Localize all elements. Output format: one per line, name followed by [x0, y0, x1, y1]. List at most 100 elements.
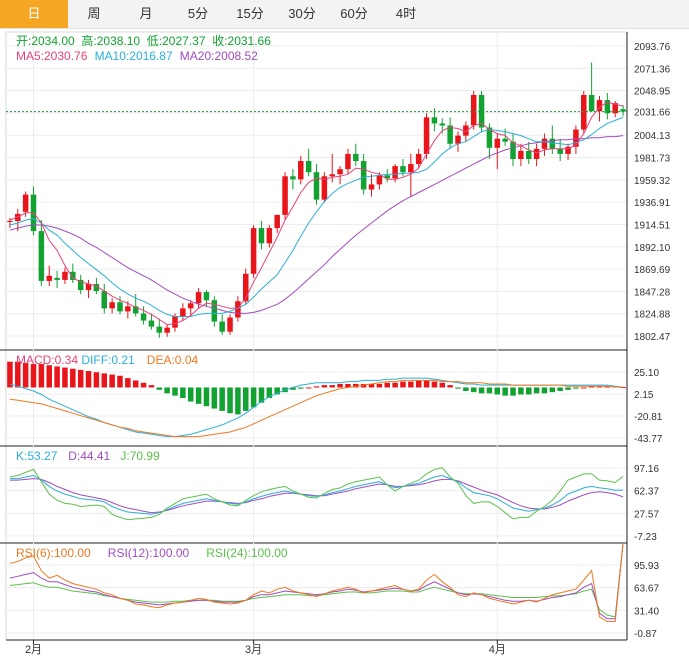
candle-body: [494, 138, 501, 148]
legend-item: DEA:0.04: [147, 353, 199, 367]
tab-5[interactable]: 30分: [276, 0, 328, 28]
candle-body: [557, 148, 563, 154]
candle-body: [368, 184, 375, 190]
macd-bar: [447, 385, 453, 388]
y-tick-label: 1892.10: [634, 243, 671, 254]
tab-1[interactable]: 周: [68, 0, 120, 28]
y-tick-label: 2048.95: [634, 87, 671, 98]
macd-bar: [376, 383, 383, 388]
macd-bar: [400, 381, 406, 388]
y-tick-label: 1914.51: [634, 220, 671, 231]
macd-bar: [164, 387, 170, 394]
candle-body: [164, 327, 170, 333]
candle-body: [329, 174, 335, 177]
macd-bar: [85, 371, 92, 388]
candle-body: [7, 220, 13, 222]
rsi6-line: [9, 542, 624, 622]
macd-bar: [30, 364, 37, 388]
candle-body: [360, 161, 367, 190]
macd-bar: [180, 387, 186, 398]
candle-body: [62, 271, 68, 280]
macd-bar: [38, 364, 45, 388]
macd-bar: [337, 383, 343, 388]
candle-body: [22, 194, 29, 212]
last-price-label: 2031.66: [634, 108, 671, 119]
y-tick-label: 27.57: [634, 509, 659, 520]
macd-bar: [541, 387, 548, 394]
macd-bar: [565, 387, 571, 390]
candle-body: [117, 302, 123, 312]
macd-bar: [463, 387, 469, 391]
candle-body: [282, 176, 288, 215]
macd-bar: [187, 387, 194, 402]
tab-7[interactable]: 4时: [380, 0, 432, 28]
legend-item: MA5:2030.76: [16, 49, 88, 63]
macd-bar: [125, 378, 131, 388]
y-tick-label: 31.40: [634, 606, 659, 617]
candle-body: [400, 166, 406, 173]
candle-body: [258, 228, 265, 244]
candle-body: [38, 231, 45, 281]
tab-2[interactable]: 月: [120, 0, 172, 28]
candle-body: [243, 273, 249, 302]
macd-bar: [384, 382, 390, 388]
macd-bar: [70, 368, 76, 388]
candle-body: [187, 303, 194, 309]
legend-item: 低:2027.37: [147, 34, 206, 48]
tab-3[interactable]: 5分: [172, 0, 224, 28]
candle-body: [345, 153, 351, 170]
macd-bar: [7, 361, 13, 388]
macd-bar: [140, 382, 147, 388]
legend-item: 高:2038.10: [81, 33, 140, 48]
candle-body: [109, 302, 115, 309]
candle-body: [211, 300, 218, 322]
macd-bar: [77, 369, 84, 388]
x-tick-label: 4月: [489, 644, 506, 656]
y-tick-label: 1869.69: [634, 265, 671, 276]
legend-item: D:44.41: [68, 449, 110, 463]
macd-bar: [423, 380, 430, 388]
tab-4[interactable]: 15分: [224, 0, 276, 28]
macd-bar: [243, 387, 249, 411]
macd-bar: [494, 387, 501, 395]
candle-body: [266, 228, 273, 244]
y-tick-label: 2.15: [634, 390, 654, 401]
y-tick-label: 25.10: [634, 368, 659, 379]
macd-bar: [219, 387, 225, 411]
candle-body: [290, 176, 296, 180]
candle-body: [305, 161, 312, 173]
candle-body: [392, 166, 398, 179]
candle-body: [125, 306, 131, 312]
candle-body: [180, 308, 186, 317]
legend-item: MACD:0.34: [16, 353, 78, 367]
macd-bar: [305, 387, 312, 389]
candle-body: [313, 172, 320, 200]
macd-bar: [46, 365, 52, 388]
macd-bar: [156, 387, 163, 390]
macd-bar: [502, 387, 508, 396]
candle-body: [470, 94, 477, 126]
macd-bar: [321, 385, 328, 388]
candle-body: [588, 94, 595, 112]
macd-bar: [250, 387, 257, 408]
legend-item: MA10:2016.87: [95, 49, 173, 63]
candle-body: [533, 148, 540, 159]
macd-bar: [211, 387, 218, 409]
candle-body: [581, 94, 587, 130]
tab-0[interactable]: 日: [0, 0, 68, 28]
candle-body: [148, 320, 155, 327]
tab-6[interactable]: 60分: [328, 0, 380, 28]
chart-area: 2093.762071.362048.952026.542004.131981.…: [0, 31, 674, 656]
macd-bar: [431, 381, 438, 388]
x-tick-label: 2月: [25, 644, 42, 656]
candle-body: [423, 117, 430, 154]
candle-body: [227, 317, 233, 332]
candle-body: [46, 275, 52, 281]
y-tick-label: 1959.32: [634, 176, 671, 187]
candle-body: [274, 214, 280, 229]
candle-body: [541, 138, 548, 149]
y-tick-label: 2071.36: [634, 64, 671, 75]
candle-body: [408, 164, 414, 173]
legend-item: MA20:2008.52: [180, 49, 258, 63]
candle-body: [101, 291, 108, 309]
